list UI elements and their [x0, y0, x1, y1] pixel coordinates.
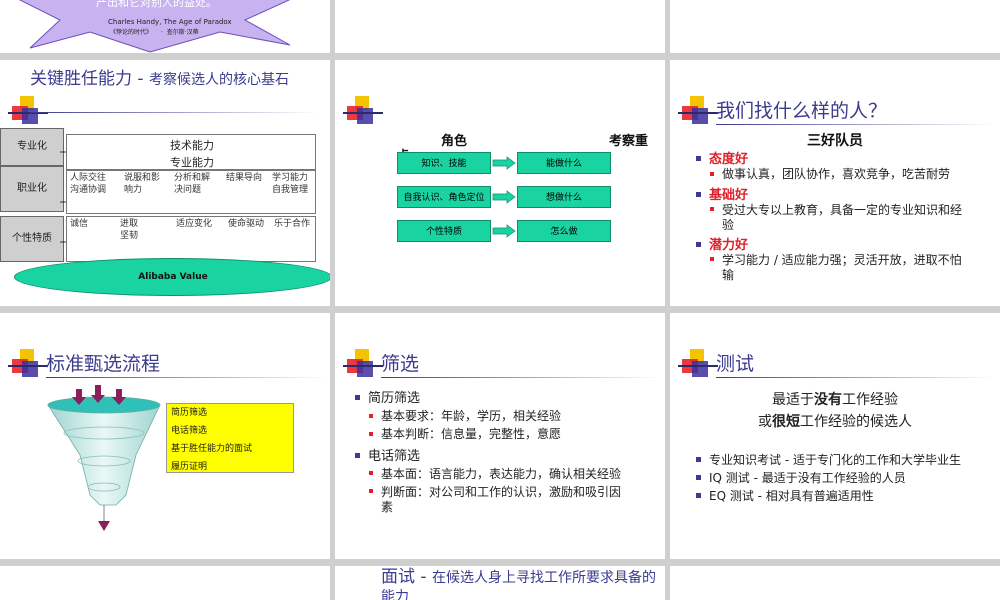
- process-steps-box: 简历筛选 电话筛选 基于胜任能力的面试 履历证明: [166, 403, 294, 473]
- process-step: 电话筛选: [171, 426, 208, 436]
- test-intro-line1: 最适于没有工作经验: [772, 392, 898, 408]
- tech-line2: 专业能力: [170, 156, 214, 169]
- title-rule: [381, 377, 661, 378]
- mid-cell: 结果导向: [226, 173, 263, 183]
- process-step: 履历证明: [171, 462, 208, 472]
- mid-cell: 分析和解 决问题: [174, 173, 211, 195]
- quote-text: 产出和它对别人的益处。: [96, 0, 217, 9]
- slide-title: 面试 - 在候选人身上寻找工作所要求具备的能力: [381, 568, 661, 600]
- three-goods-heading: 三好队员: [807, 133, 863, 149]
- group-attitude: 态度好 做事认真，团队协作，喜欢竞争，吃苦耐劳: [696, 152, 986, 182]
- slide-role-diagram[interactable]: 角色 考察重 点 知识、技能 自我认识、角色定位 个性特质 能做什么 想做什么 …: [335, 60, 665, 306]
- slide-title: 我们找什么样的人？: [716, 100, 888, 122]
- group-foundation: 基础好 受过大专以上教育，具备一定的专业知识和经验: [696, 188, 986, 233]
- title-rule: [716, 377, 996, 378]
- group-phone: 电话筛选 基本面：语言能力，表达能力，确认相关经验 判断面：对公司和工作的认识，…: [355, 449, 645, 515]
- test-list: 专业知识考试 - 适于专门化的工作和大学毕业生 IQ 测试 - 最适于没有工作经…: [696, 453, 976, 504]
- slide-3[interactable]: [670, 0, 1000, 53]
- group-resume: 简历筛选 基本要求：年龄，学历，相关经验 基本判断：信息量，完整性，意愿: [355, 391, 645, 442]
- slide-10[interactable]: [0, 566, 330, 600]
- quote-author-cn: 《悖论的时代》 · 查尔斯·汉蒂: [110, 29, 199, 36]
- slide-2[interactable]: [335, 0, 665, 53]
- slide-key-competencies[interactable]: 关键胜任能力 - 考察候选人的核心基石 专业化 职业化 个性特质 技术能力 专业…: [0, 60, 330, 306]
- slide-logo-icon: [343, 349, 383, 383]
- group-potential: 潜力好 学习能力 / 适应能力强；灵活开放，进取不怕输: [696, 238, 986, 283]
- slide-logo-icon: [678, 96, 718, 130]
- slide-title: 标准甄选流程: [46, 353, 161, 375]
- title-rule: [46, 377, 326, 378]
- test-intro-line2: 或很短工作经验的候选人: [758, 414, 912, 430]
- tech-line1: 技术能力: [170, 139, 214, 152]
- process-step: 简历筛选: [171, 408, 208, 418]
- slide-title: 筛选: [381, 353, 420, 375]
- slide-testing[interactable]: 测试 最适于没有工作经验 或很短工作经验的候选人 专业知识考试 - 适于专门化的…: [670, 313, 1000, 559]
- low-cell: 适应变化: [176, 219, 213, 229]
- mid-cell: 人际交往 沟通协调: [70, 173, 107, 195]
- slide-interview[interactable]: 面试 - 在候选人身上寻找工作所要求具备的能力: [335, 566, 665, 600]
- low-cell: 进取 坚韧: [120, 219, 139, 241]
- slide-selection-process[interactable]: 标准甄选流程 简历筛选 电话筛选 基于胜任能力的面试 履历证明: [0, 313, 330, 559]
- alibaba-value-ellipse: Alibaba Value: [14, 258, 330, 296]
- title-rule: [716, 124, 996, 125]
- tech-box: 技术能力 专业能力: [66, 134, 316, 170]
- low-cell: 诚信: [70, 219, 89, 229]
- mid-cell: 学习能力 自我管理: [272, 173, 309, 195]
- process-step: 基于胜任能力的面试: [171, 444, 253, 454]
- slide-screening[interactable]: 筛选 简历筛选 基本要求：年龄，学历，相关经验 基本判断：信息量，完整性，意愿 …: [335, 313, 665, 559]
- quote-author: Charles Handy, The Age of Paradox: [108, 18, 232, 26]
- slide-title: 测试: [716, 353, 755, 375]
- mid-cell: 说服和影 响力: [124, 173, 161, 195]
- slide-logo-icon: [8, 349, 48, 383]
- slide-12[interactable]: [670, 566, 1000, 600]
- low-cell: 使命驱动: [228, 219, 265, 229]
- arrow-icons: [492, 156, 516, 238]
- slide-what-people[interactable]: 我们找什么样的人？ 三好队员 态度好 做事认真，团队协作，喜欢竞争，吃苦耐劳 基…: [670, 60, 1000, 306]
- title-main: 面试 -: [381, 567, 432, 587]
- low-cell: 乐于合作: [274, 219, 311, 229]
- slide-logo-icon: [678, 349, 718, 383]
- slide-quote[interactable]: 产出和它对别人的益处。 Charles Handy, The Age of Pa…: [0, 0, 330, 53]
